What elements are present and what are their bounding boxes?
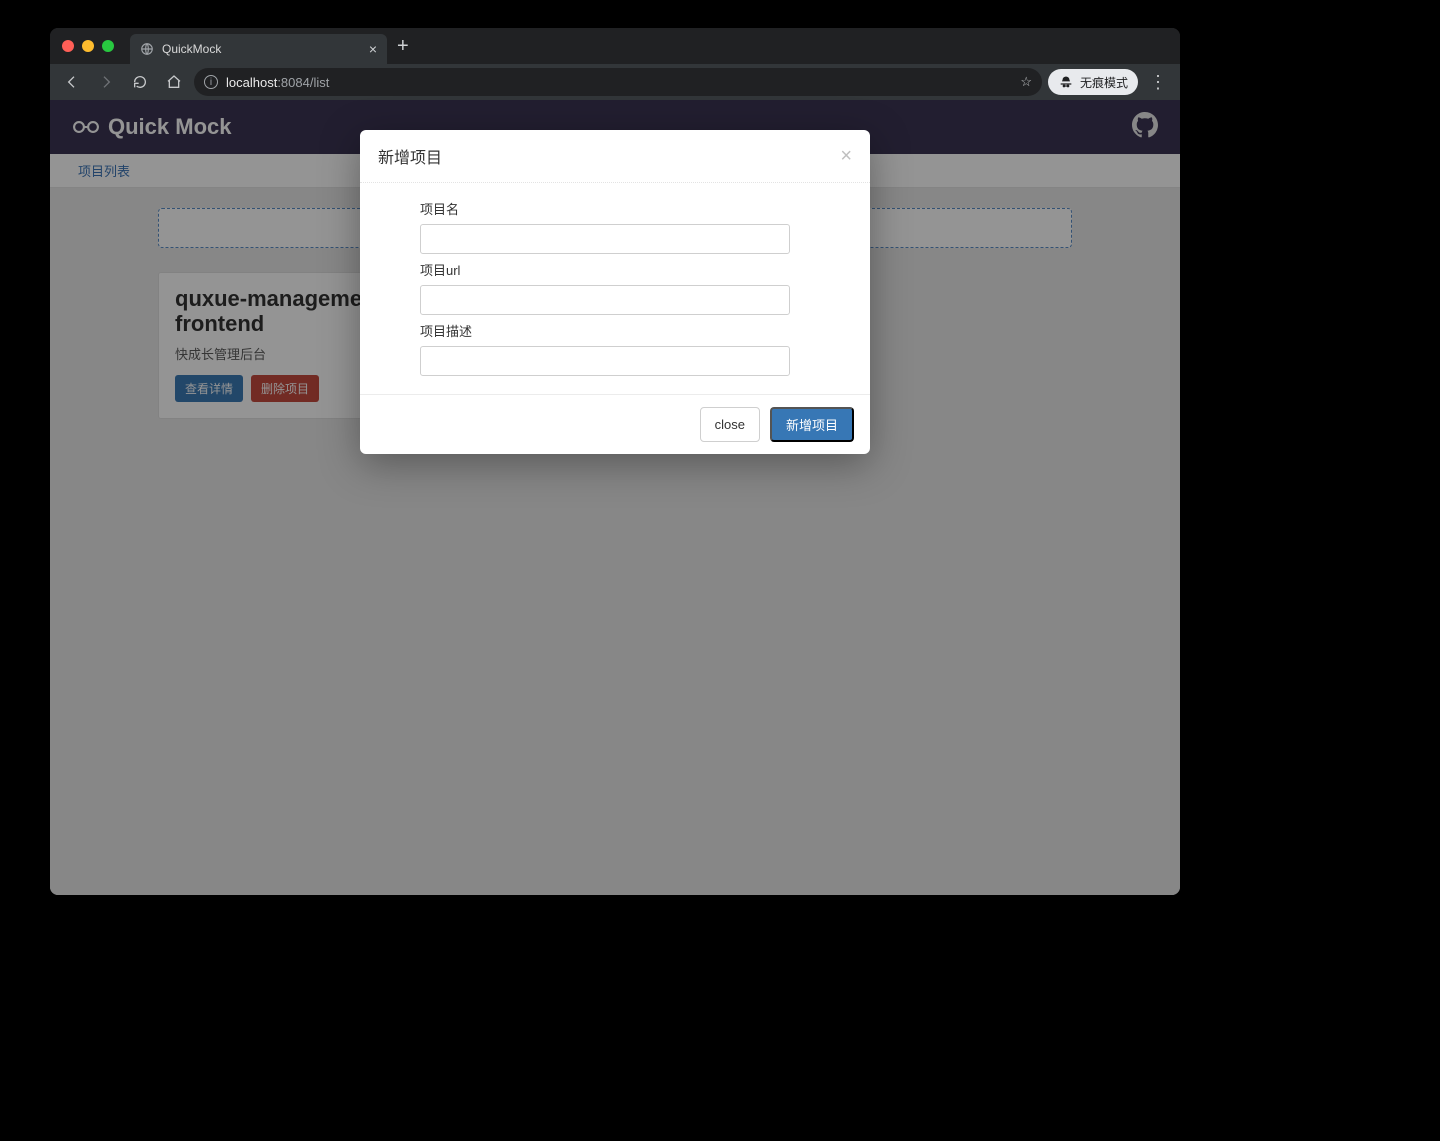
window-controls bbox=[62, 40, 114, 52]
url-path: /list bbox=[310, 75, 330, 90]
incognito-label: 无痕模式 bbox=[1080, 74, 1128, 91]
browser-tab[interactable]: QuickMock × bbox=[130, 34, 387, 64]
field-label-name: 项目名 bbox=[420, 199, 852, 218]
tab-title: QuickMock bbox=[162, 42, 221, 56]
modal-close-icon[interactable]: × bbox=[840, 146, 852, 166]
new-tab-button[interactable]: + bbox=[397, 28, 409, 64]
project-url-input[interactable] bbox=[420, 285, 790, 315]
incognito-icon bbox=[1058, 74, 1074, 90]
bookmark-star-icon[interactable]: ☆ bbox=[1020, 74, 1032, 90]
modal-submit-button[interactable]: 新增项目 bbox=[770, 407, 854, 442]
url-port: :8084 bbox=[277, 75, 310, 90]
window-minimize-button[interactable] bbox=[82, 40, 94, 52]
address-url: localhost:8084/list bbox=[226, 75, 329, 90]
tab-close-icon[interactable]: × bbox=[369, 42, 377, 56]
window-maximize-button[interactable] bbox=[102, 40, 114, 52]
window-close-button[interactable] bbox=[62, 40, 74, 52]
modal-title: 新增项目 bbox=[378, 144, 442, 168]
modal-footer: close 新增项目 bbox=[360, 394, 870, 454]
project-name-input[interactable] bbox=[420, 224, 790, 254]
nav-home-button[interactable] bbox=[160, 68, 188, 96]
globe-icon bbox=[140, 42, 154, 56]
browser-toolbar: i localhost:8084/list ☆ 无痕模式 ⋮ bbox=[50, 64, 1180, 100]
modal-header: 新增项目 × bbox=[360, 130, 870, 183]
field-label-desc: 项目描述 bbox=[420, 321, 852, 340]
field-label-url: 项目url bbox=[420, 260, 852, 279]
project-desc-input[interactable] bbox=[420, 346, 790, 376]
page-viewport: Quick Mock 项目列表 quxue-management-fronten… bbox=[50, 100, 1180, 895]
site-info-icon[interactable]: i bbox=[204, 75, 218, 89]
add-project-modal: 新增项目 × 项目名 项目url 项目描述 close 新增项 bbox=[360, 130, 870, 454]
modal-close-button[interactable]: close bbox=[700, 407, 760, 442]
url-host: localhost bbox=[226, 75, 277, 90]
browser-menu-button[interactable]: ⋮ bbox=[1144, 68, 1172, 96]
address-bar[interactable]: i localhost:8084/list ☆ bbox=[194, 68, 1042, 96]
window-titlebar: QuickMock × + bbox=[50, 28, 1180, 64]
browser-window: QuickMock × + i localhost:8084/list ☆ 无痕… bbox=[50, 28, 1180, 895]
nav-back-button[interactable] bbox=[58, 68, 86, 96]
nav-forward-button[interactable] bbox=[92, 68, 120, 96]
modal-body: 项目名 项目url 项目描述 bbox=[360, 183, 870, 394]
nav-reload-button[interactable] bbox=[126, 68, 154, 96]
incognito-indicator[interactable]: 无痕模式 bbox=[1048, 69, 1138, 95]
